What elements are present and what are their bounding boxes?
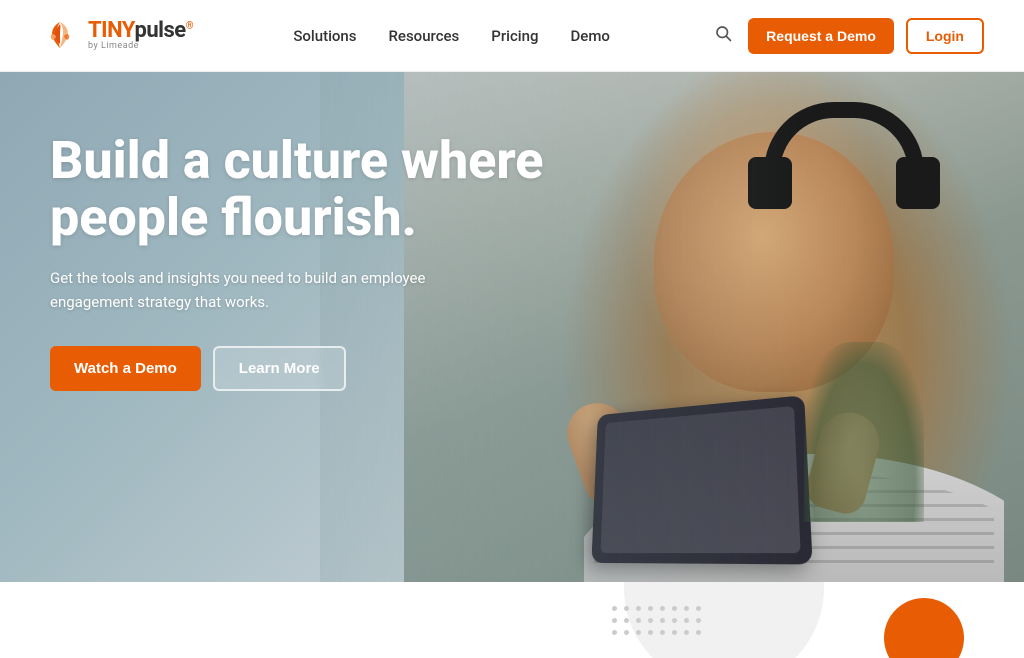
hero-section: Build a culture where people flourish. G… <box>0 72 1024 582</box>
nav-item-solutions[interactable]: Solutions <box>293 26 356 45</box>
dot <box>660 606 665 611</box>
dot <box>696 606 701 611</box>
search-button[interactable] <box>710 20 736 51</box>
hero-buttons: Watch a Demo Learn More <box>50 346 570 391</box>
nav-link-demo[interactable]: Demo <box>571 27 610 45</box>
dot <box>636 618 641 623</box>
dot <box>612 606 617 611</box>
nav-item-pricing[interactable]: Pricing <box>491 26 538 45</box>
dot <box>684 618 689 623</box>
dot <box>648 618 653 623</box>
dot <box>672 606 677 611</box>
login-button[interactable]: Login <box>906 18 984 54</box>
hero-content: Build a culture where people flourish. G… <box>50 132 570 391</box>
dot <box>648 630 653 635</box>
dot <box>684 630 689 635</box>
nav-item-demo[interactable]: Demo <box>571 26 610 45</box>
logo-icon <box>40 16 80 56</box>
nav-links: Solutions Resources Pricing Demo <box>293 26 610 45</box>
dot <box>684 606 689 611</box>
dot <box>648 606 653 611</box>
brand-name: TINYpulse® <box>88 20 193 42</box>
dot <box>612 618 617 623</box>
dot <box>624 630 629 635</box>
dot <box>624 606 629 611</box>
dot <box>636 630 641 635</box>
nav-item-resources[interactable]: Resources <box>388 26 459 45</box>
logo-text: TINYpulse® by Limeade <box>88 20 193 51</box>
request-demo-button[interactable]: Request a Demo <box>748 18 894 54</box>
dot <box>624 618 629 623</box>
hero-subtext: Get the tools and insights you need to b… <box>50 266 470 314</box>
search-icon <box>714 24 732 42</box>
nav-link-solutions[interactable]: Solutions <box>293 27 356 45</box>
dot <box>672 618 677 623</box>
nav-right: Request a Demo Login <box>710 18 984 54</box>
navbar: TINYpulse® by Limeade Solutions Resource… <box>0 0 1024 72</box>
dot <box>636 606 641 611</box>
brand-tagline: by Limeade <box>88 42 193 51</box>
bottom-section <box>0 582 1024 658</box>
dot <box>696 618 701 623</box>
dot <box>612 630 617 635</box>
dot <box>672 630 677 635</box>
nav-link-pricing[interactable]: Pricing <box>491 27 538 45</box>
hero-headline: Build a culture where people flourish. <box>50 132 570 246</box>
logo[interactable]: TINYpulse® by Limeade <box>40 16 193 56</box>
bottom-dots-pattern <box>612 606 704 638</box>
nav-link-resources[interactable]: Resources <box>388 27 459 45</box>
dot <box>696 630 701 635</box>
learn-more-button[interactable]: Learn More <box>213 346 346 391</box>
watch-demo-button[interactable]: Watch a Demo <box>50 346 201 391</box>
dot <box>660 618 665 623</box>
dot <box>660 630 665 635</box>
bottom-orange-circle <box>884 598 964 658</box>
